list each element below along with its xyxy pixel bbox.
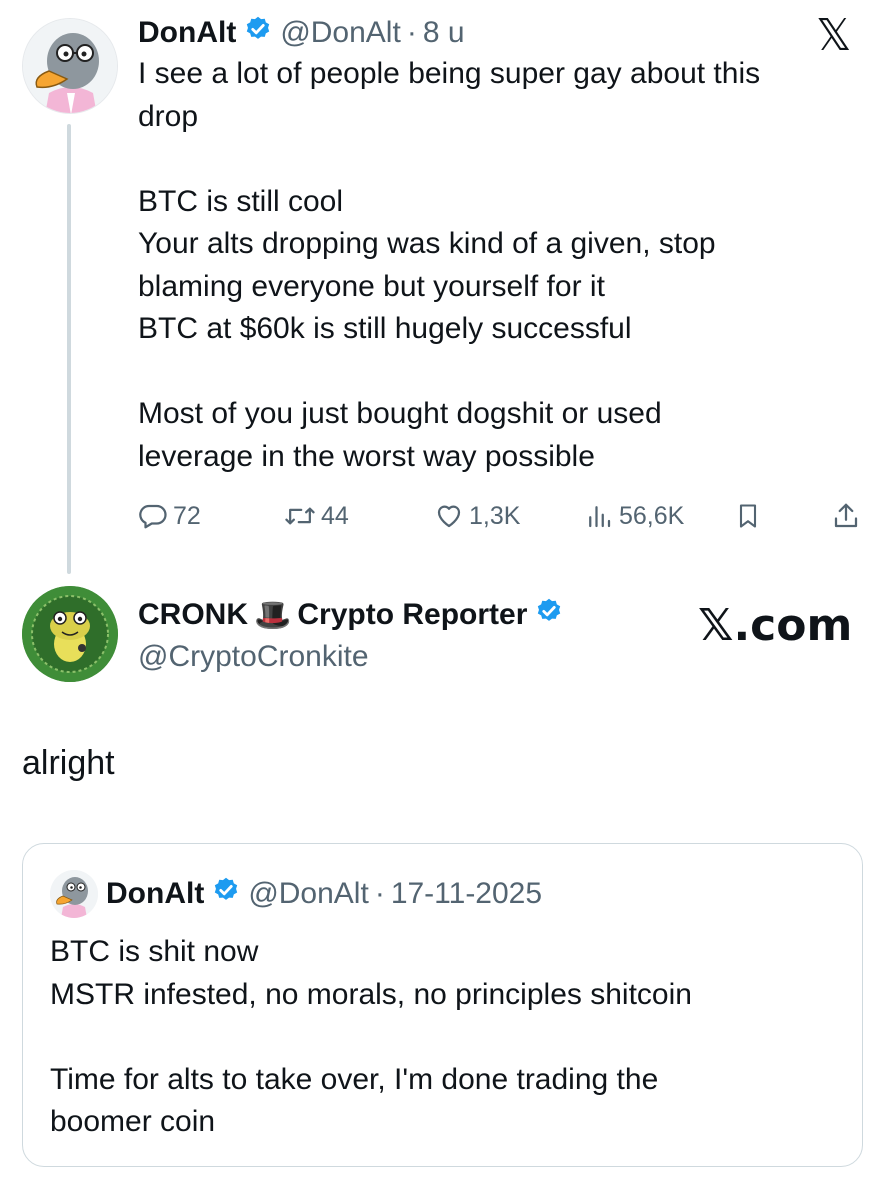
reply-text: alright (22, 744, 115, 782)
author-display-name[interactable]: DonAlt (138, 16, 236, 50)
tweet-text-line: BTC is still cool (138, 184, 344, 218)
tweet-text-line: BTC at $60k is still hugely successful (138, 312, 632, 345)
x-com-watermark: 𝕏.com (698, 600, 853, 651)
tweet-text-line: leverage in the worst way possible (138, 439, 595, 473)
reply-count: 72 (173, 501, 201, 530)
tweet-text-line: Your alts dropping was kind of a given, … (138, 227, 716, 260)
tweet-timestamp[interactable]: 8 u (423, 16, 465, 50)
share-icon (831, 501, 861, 531)
tweet-text-line (138, 351, 858, 394)
donalt-avatar[interactable] (22, 18, 118, 114)
quoted-tweet-body: BTC is shit now MSTR infested, no morals,… (50, 931, 850, 1144)
meta-separator: · (406, 16, 417, 49)
quoted-text-line: MSTR infested, no morals, no principles … (50, 977, 692, 1011)
repost-count: 44 (321, 501, 349, 530)
reply-author-handle[interactable]: @CryptoCronkite (138, 638, 369, 676)
thread-connector-line (67, 124, 71, 574)
quoted-text-line: boomer coin (50, 1105, 216, 1138)
reply-author-name-suffix[interactable]: Crypto Reporter (297, 598, 527, 632)
reply-author-name-prefix[interactable]: CRONK (138, 598, 248, 632)
verified-badge-icon (212, 876, 240, 912)
tweet-header: DonAlt @DonAlt · 8 u (138, 14, 465, 52)
reply-button[interactable]: 72 (138, 496, 201, 536)
verified-badge-icon (535, 597, 563, 633)
repost-button[interactable]: 44 (284, 496, 349, 536)
quoted-text-line (50, 1016, 850, 1059)
quoted-tweet-header: DonAlt @DonAlt · 17-11-2025 (106, 875, 542, 913)
reply-icon (138, 501, 168, 531)
like-button[interactable]: 1,3K (434, 496, 520, 536)
tweet-text-line: drop (138, 99, 199, 133)
quoted-author-handle[interactable]: @DonAlt (248, 877, 369, 911)
quoted-tweet-date[interactable]: 17-11-2025 (391, 877, 542, 911)
quoted-author-name[interactable]: DonAlt (106, 877, 204, 911)
frog-avatar-icon (22, 586, 118, 682)
cronk-avatar[interactable] (22, 586, 118, 682)
views-icon (584, 501, 614, 531)
bookmark-button[interactable] (734, 496, 762, 536)
views-button[interactable]: 56,6K (584, 496, 684, 536)
top-hat-emoji: 🎩 (254, 598, 292, 632)
tweet-text-line: blaming everyone but yourself for it (138, 269, 605, 303)
meta-separator: · (374, 877, 385, 910)
reply-header: CRONK 🎩 Crypto Reporter (138, 596, 571, 634)
duck-avatar-icon (23, 19, 117, 113)
quoted-text-line: BTC is shit now (50, 935, 259, 968)
bookmark-icon (734, 501, 762, 531)
share-button[interactable] (831, 496, 861, 536)
tweet-body: I see a lot of people being super gay ab… (138, 53, 858, 478)
quoted-author-avatar (50, 870, 98, 918)
verified-badge-icon (244, 15, 272, 51)
tweet-text-line: Most of you just bought dogshit or used (138, 397, 662, 430)
quoted-text-line: Time for alts to take over, I'm done tra… (50, 1062, 659, 1096)
like-icon (434, 501, 464, 531)
views-count: 56,6K (619, 501, 685, 530)
tweet-text-line: I see a lot of people being super gay ab… (138, 57, 761, 90)
tweet-text-line (138, 138, 858, 181)
author-handle[interactable]: @DonAlt (280, 16, 401, 50)
duck-avatar-icon (50, 870, 98, 918)
repost-icon (284, 501, 316, 531)
tweet-actions-bar: 72 44 1,3K 56,6K (138, 496, 868, 536)
like-count: 1,3K (469, 501, 521, 530)
